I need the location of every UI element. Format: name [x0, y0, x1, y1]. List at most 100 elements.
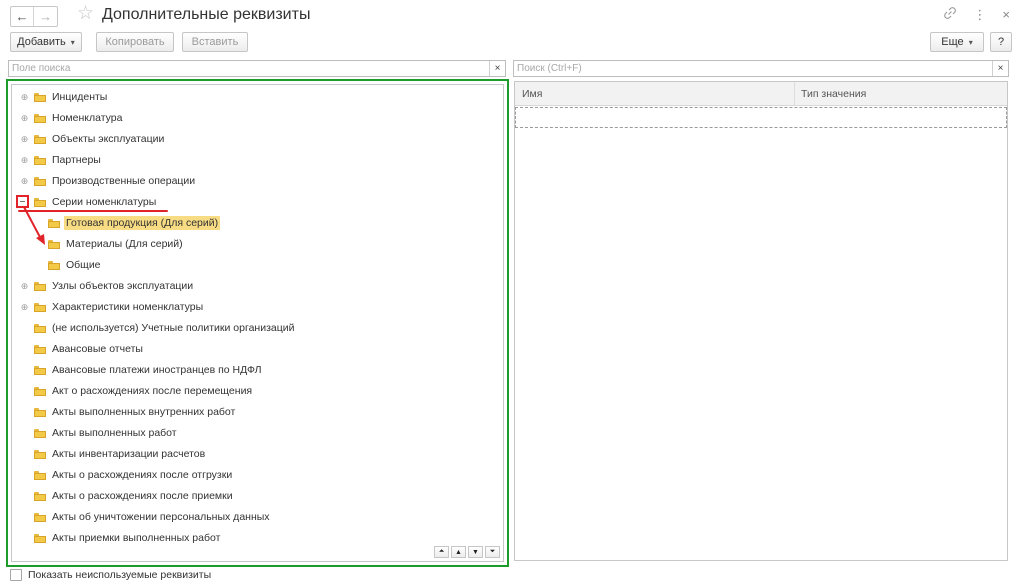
tree-item[interactable]: Акты выполненных внутренних работ	[12, 402, 502, 423]
clear-icon[interactable]: ×	[992, 61, 1008, 76]
expand-icon[interactable]: ⊕	[20, 156, 29, 165]
tree-item[interactable]: Авансовые отчеты	[12, 339, 502, 360]
tree-item-label: (не используется) Учетные политики орган…	[52, 322, 295, 334]
tree-item-label: Акты приемки выполненных работ	[52, 532, 221, 544]
grid-search-input[interactable]: Поиск (Ctrl+F) ×	[513, 60, 1009, 77]
tree-item-label: Серии номенклатуры	[52, 196, 157, 208]
folder-icon	[34, 345, 46, 354]
tree-item[interactable]: Готовая продукция (Для серий)	[12, 213, 502, 234]
folder-icon	[34, 492, 46, 501]
tree-item[interactable]: Акты приемки выполненных работ	[12, 528, 502, 549]
tree-item[interactable]: ⊕ Производственные операции	[12, 171, 502, 192]
help-button-label: ?	[997, 36, 1005, 48]
scroll-bottom-icon[interactable]: ⏷	[485, 546, 500, 558]
tree-item[interactable]: ⊕ Инциденты	[12, 87, 502, 108]
chevron-down-icon: ▾	[968, 37, 973, 47]
expand-icon[interactable]: ⊕	[20, 135, 29, 144]
attributes-table: Имя Тип значения	[514, 81, 1008, 561]
folder-icon	[34, 450, 46, 459]
folder-icon	[34, 177, 46, 186]
tree-item[interactable]: Авансовые платежи иностранцев по НДФЛ	[12, 360, 502, 381]
folder-icon	[34, 135, 46, 144]
tree-item[interactable]: Акты инвентаризации расчетов	[12, 444, 502, 465]
tree-item[interactable]: ⊕ Номенклатура	[12, 108, 502, 129]
folder-icon	[34, 282, 46, 291]
tree-item[interactable]: ⊕ Узлы объектов эксплуатации	[12, 276, 502, 297]
annotation-arrow-icon	[23, 206, 45, 245]
tree-item[interactable]: Акты выполненных работ	[12, 423, 502, 444]
tree-item-label: Акты о расхождениях после отгрузки	[52, 469, 233, 481]
link-icon[interactable]	[943, 6, 957, 23]
tree-item[interactable]: ⊕ Объекты эксплуатации	[12, 129, 502, 150]
tree-item[interactable]: Акты об уничтожении персональных данных	[12, 507, 502, 528]
forward-arrow-icon[interactable]: →	[34, 7, 57, 26]
folder-icon	[34, 408, 46, 417]
column-header-type[interactable]: Тип значения	[801, 88, 866, 100]
checkbox-icon[interactable]	[10, 569, 22, 581]
folder-icon	[34, 366, 46, 375]
tree-item-label: Характеристики номенклатуры	[52, 301, 204, 313]
tree-scroll-buttons: ⏶ ▲ ▼ ⏷	[434, 546, 500, 558]
column-header-name[interactable]: Имя	[522, 88, 542, 100]
favorite-star-icon[interactable]: ☆	[77, 4, 94, 24]
folder-icon	[34, 114, 46, 123]
tree-item[interactable]: ⊕ Партнеры	[12, 150, 502, 171]
folder-icon	[34, 534, 46, 543]
tree-search-placeholder: Поле поиска	[12, 63, 71, 74]
tree-item[interactable]: ⊕ Характеристики номенклатуры	[12, 297, 502, 318]
tree-item-label: Акты об уничтожении персональных данных	[52, 511, 270, 523]
title-bar: ← → ☆ Дополнительные реквизиты ⋮ ×	[0, 0, 1024, 30]
folder-icon	[34, 387, 46, 396]
clear-icon[interactable]: ×	[489, 61, 505, 76]
tree-item-label: Производственные операции	[52, 175, 196, 187]
folder-icon	[34, 471, 46, 480]
tree-item[interactable]: Акты о расхождениях после отгрузки	[12, 465, 502, 486]
folder-icon	[34, 513, 46, 522]
folder-icon	[34, 429, 46, 438]
expand-icon[interactable]: ⊕	[20, 114, 29, 123]
folder-icon	[34, 93, 46, 102]
tree-item[interactable]: Материалы (Для серий)	[12, 234, 502, 255]
tree-item[interactable]: Акты о расхождениях после приемки	[12, 486, 502, 507]
copy-button[interactable]: Копировать	[96, 32, 174, 52]
navigation-buttons: ← →	[10, 6, 58, 27]
scroll-up-icon[interactable]: ▲	[451, 546, 466, 558]
tree-highlight-frame: ⊕ Инциденты ⊕ Номенклатура ⊕ Объекты эксплуат…	[6, 79, 509, 567]
expand-icon[interactable]: ⊕	[20, 303, 29, 312]
tree-item-label: Номенклатура	[52, 112, 123, 124]
add-button-label: Добавить	[17, 36, 66, 48]
scroll-down-icon[interactable]: ▼	[468, 546, 483, 558]
expand-icon[interactable]: ⊕	[20, 282, 29, 291]
more-button[interactable]: Еще ▾	[930, 32, 984, 52]
tree-item-label: Узлы объектов эксплуатации	[52, 280, 194, 292]
column-divider	[794, 82, 795, 106]
tree-item[interactable]: Общие	[12, 255, 502, 276]
tree-search-input[interactable]: Поле поиска ×	[8, 60, 506, 77]
folder-tree: ⊕ Инциденты ⊕ Номенклатура ⊕ Объекты эксплуат…	[11, 84, 504, 562]
close-icon[interactable]: ×	[1002, 7, 1010, 22]
folder-icon	[48, 219, 60, 228]
tree-item-label: Акт о расхождениях после перемещения	[52, 385, 253, 397]
tree-item-label: Авансовые платежи иностранцев по НДФЛ	[52, 364, 262, 376]
tree-item-label: Общие	[66, 259, 101, 271]
expand-icon[interactable]: ⊕	[20, 93, 29, 102]
tree-item-label: Акты выполненных внутренних работ	[52, 406, 236, 418]
help-button[interactable]: ?	[990, 32, 1012, 52]
tree-item[interactable]: (не используется) Учетные политики орган…	[12, 318, 502, 339]
show-unused-checkbox[interactable]: Показать неиспользуемые реквизиты	[10, 569, 211, 581]
folder-icon	[34, 303, 46, 312]
back-arrow-icon[interactable]: ←	[11, 7, 34, 26]
tree-item-label: Объекты эксплуатации	[52, 133, 165, 145]
expand-icon[interactable]: ⊕	[20, 177, 29, 186]
tree-item-label: Партнеры	[52, 154, 101, 166]
show-unused-label: Показать неиспользуемые реквизиты	[28, 569, 212, 581]
menu-icon[interactable]: ⋮	[973, 7, 986, 23]
table-row[interactable]	[515, 107, 1007, 128]
paste-button[interactable]: Вставить	[182, 32, 248, 52]
add-button[interactable]: Добавить ▾	[10, 32, 82, 52]
tree-item[interactable]: Акт о расхождениях после перемещения	[12, 381, 502, 402]
tree-item-label: Материалы (Для серий)	[66, 238, 183, 250]
folder-icon	[34, 324, 46, 333]
tree-item-label: Акты о расхождениях после приемки	[52, 490, 233, 502]
scroll-top-icon[interactable]: ⏶	[434, 546, 449, 558]
